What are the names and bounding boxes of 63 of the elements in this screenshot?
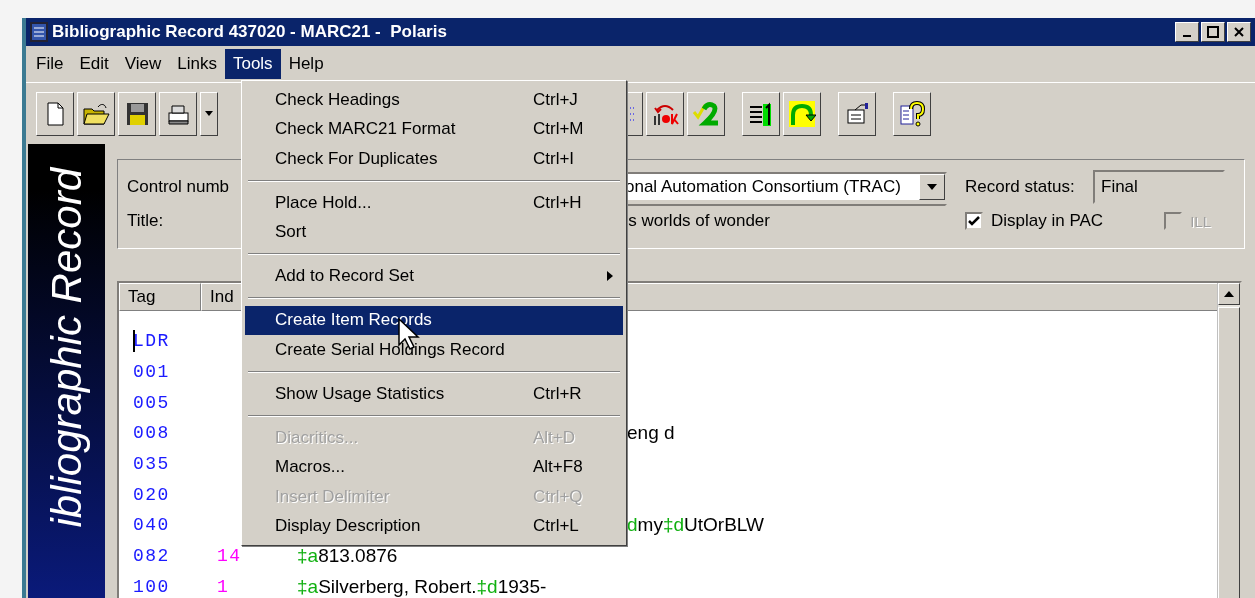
toolbar-button[interactable] [646, 91, 684, 136]
field-label: Record status: [964, 177, 1076, 197]
caret-icon [205, 111, 213, 116]
banner-text: ibliographic Record [45, 168, 88, 528]
maximize-button[interactable] [1201, 22, 1225, 42]
up-arrow-icon [1224, 291, 1234, 297]
tag-cell: LDR [133, 331, 170, 352]
toolbar-button[interactable] [36, 91, 74, 136]
data-cell: dmy‡dUtOrBLW [627, 514, 764, 537]
tag-cell: 082 [133, 546, 170, 567]
menu-item[interactable]: Check For Duplicates Ctrl+I [245, 144, 623, 174]
minimize-button[interactable] [1175, 22, 1199, 42]
tag-cell: 100 [133, 576, 170, 597]
field-label: Control numb [127, 177, 231, 197]
field-label: Title: [127, 211, 165, 231]
menu-item[interactable]: Macros... Alt+F8 [245, 452, 623, 482]
menu-item[interactable]: Edit [71, 49, 117, 79]
app-icon [30, 22, 48, 42]
indicator-cell: 14 [217, 546, 242, 567]
menu-item[interactable]: Display Description Ctrl+L [245, 511, 623, 541]
window-title: Bibliographic Record 437020 - MARC21 - Polaris [52, 22, 447, 42]
column-header[interactable]: Tag [119, 283, 201, 311]
menu-item[interactable]: Tools [224, 49, 281, 79]
toolbar-button[interactable] [893, 91, 931, 136]
tag-cell: 035 [133, 454, 170, 475]
data-cell: ‡aSilverberg, Robert.‡d1935- [297, 575, 547, 598]
tag-cell: 040 [133, 515, 170, 536]
help-document-icon [898, 99, 926, 128]
data-cell: eng d [627, 422, 675, 445]
menu-item[interactable]: Links [169, 49, 225, 79]
close-icon [1234, 27, 1244, 37]
scroll-up-button[interactable] [1218, 283, 1240, 305]
scrollbar[interactable] [1217, 283, 1240, 598]
tag-cell: 001 [133, 362, 170, 383]
menu-item[interactable]: Check MARC21 Format Ctrl+M [245, 114, 623, 144]
checkbox[interactable] [965, 212, 983, 230]
close-button[interactable] [1227, 22, 1251, 42]
maximize-icon [1207, 26, 1219, 38]
caret-icon [927, 184, 937, 190]
tag-cell: 008 [133, 423, 170, 444]
checkbox-label: Display in PAC [991, 211, 1104, 231]
record-status-field[interactable]: Final [1093, 170, 1225, 204]
indicator-cell: 1 [217, 576, 230, 597]
menu-item[interactable]: Create Serial Holdings Record [245, 335, 623, 365]
menu-item[interactable]: Check Headings Ctrl+J [245, 85, 623, 115]
toolbar-button[interactable] [838, 91, 876, 136]
toolbar-button[interactable] [742, 91, 780, 136]
tag-cell: 020 [133, 484, 170, 505]
menu-item[interactable]: File [28, 49, 72, 79]
menu-item[interactable]: Show Usage Statistics Ctrl+R [245, 379, 623, 409]
tag-cell: 005 [133, 392, 170, 413]
toolbar-button[interactable] [687, 91, 725, 136]
toolbar-button[interactable] [783, 91, 821, 136]
minimize-icon [1183, 35, 1191, 37]
dropdown-button[interactable] [200, 91, 218, 136]
toolbar-button[interactable] [159, 91, 197, 136]
data-cell: ‡a813.0876 [297, 545, 398, 568]
menu-item[interactable]: Create Item Records [245, 305, 623, 335]
toolbar-button[interactable] [77, 91, 115, 136]
check-two-icon [692, 99, 720, 128]
toolbar-button[interactable] [118, 91, 156, 136]
menu-item[interactable]: View [116, 49, 170, 79]
menu-item[interactable]: Help [280, 49, 332, 79]
